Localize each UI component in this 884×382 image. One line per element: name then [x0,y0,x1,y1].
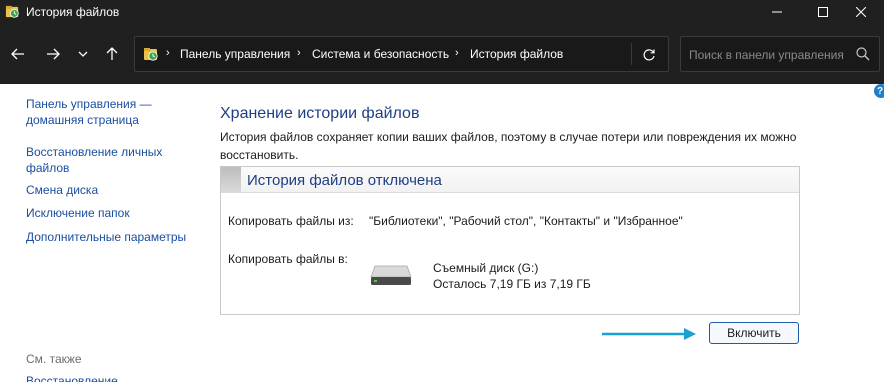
copy-to-label: Копировать файлы в: [228,252,348,266]
window-title: История файлов [26,5,120,19]
panel-header: История файлов отключена [221,167,799,193]
sidebar-item-recovery[interactable]: Восстановление [26,374,118,382]
breadcrumb-control-panel[interactable]: Панель управления [180,47,290,61]
file-history-icon [144,48,158,61]
drive-icon [370,265,412,285]
drive-space: Осталось 7,19 ГБ из 7,19 ГБ [433,277,591,291]
search-input[interactable] [689,46,849,64]
breadcrumb-separator-icon: › [455,47,459,59]
back-button[interactable] [6,42,30,66]
see-also-heading: См. также [26,352,82,366]
copy-from-label: Копировать файлы из: [228,214,354,228]
sidebar-item-exclude-folders[interactable]: Исключение папок [26,205,130,221]
panel-accent [221,167,241,192]
search-box[interactable] [680,36,880,72]
enable-button[interactable]: Включить [709,322,799,344]
arrow-annotation-icon [602,328,696,340]
sidebar-item-label: Панель управления — [26,97,152,111]
search-icon[interactable] [855,46,871,62]
minimize-button[interactable] [754,0,800,24]
arrow-right-icon [47,48,60,60]
sidebar-item-restore-personal-files[interactable]: Восстановление личных файлов [26,144,162,176]
refresh-button[interactable] [639,45,659,65]
breadcrumb-system-security[interactable]: Система и безопасность [312,47,449,61]
help-icon[interactable]: ? [874,84,884,98]
sidebar-item-advanced-settings[interactable]: Дополнительные параметры [26,229,186,245]
sidebar-item-control-panel-home[interactable]: Панель управления — домашняя страница [26,96,152,128]
status-text: История файлов отключена [247,172,442,189]
address-divider [631,43,632,65]
page-description: История файлов сохраняет копии ваших фай… [220,130,797,162]
title-bar: История файлов [0,0,884,24]
sidebar-item-select-drive[interactable]: Смена диска [26,182,98,198]
sidebar-item-label: домашняя страница [26,113,139,127]
sidebar-item-label: файлов [26,161,70,175]
close-button[interactable] [838,0,884,24]
chevron-down-icon [78,51,88,57]
forward-button[interactable] [41,42,65,66]
breadcrumb-separator-icon: › [297,47,301,59]
arrow-up-icon [106,47,118,60]
file-history-status-panel: История файлов отключена Копировать файл… [220,166,800,315]
up-button[interactable] [100,42,124,66]
close-icon [856,7,866,17]
sidebar-item-label: Восстановление личных [26,145,163,159]
minimize-icon [772,11,782,13]
drive-name: Съемный диск (G:) [433,261,539,275]
breadcrumb-file-history[interactable]: История файлов [470,47,563,61]
breadcrumb-separator-icon: › [166,47,170,59]
maximize-icon [818,7,828,17]
arrow-left-icon [11,48,24,60]
recent-locations-button[interactable] [71,42,95,66]
address-bar[interactable]: › Панель управления › Система и безопасн… [134,36,669,72]
refresh-icon [643,49,655,61]
file-history-icon [5,5,19,18]
page-title: Хранение истории файлов [220,105,420,122]
copy-from-value: "Библиотеки", "Рабочий стол", "Контакты"… [369,214,683,228]
navigation-bar: › Панель управления › Система и безопасн… [0,24,884,84]
